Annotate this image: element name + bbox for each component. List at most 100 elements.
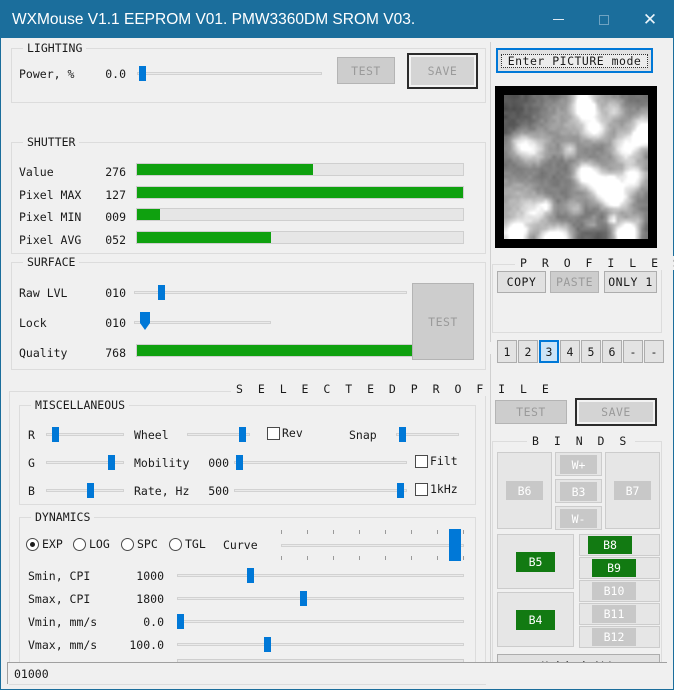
- smin-slider[interactable]: [177, 565, 464, 585]
- dynamics-legend: DYNAMICS: [31, 510, 95, 524]
- profile-button-1[interactable]: 1: [497, 340, 517, 363]
- slider-thumb[interactable]: [177, 614, 184, 629]
- miscellaneous-legend: MISCELLANEOUS: [31, 398, 130, 412]
- slider-thumb[interactable]: [140, 312, 150, 330]
- slider-thumb[interactable]: [87, 483, 94, 498]
- profile-button-5[interactable]: 5: [581, 340, 601, 363]
- raw-lvl-value: 010: [105, 286, 126, 300]
- quality-label: Quality: [19, 346, 68, 360]
- panel-divider-2: [490, 354, 491, 684]
- panel-divider: [490, 42, 491, 342]
- rev-checkbox[interactable]: Rev: [267, 426, 303, 440]
- profile-button-label: 4: [566, 344, 574, 359]
- g-label: G: [28, 456, 35, 470]
- shutter-row-1-value: 127: [105, 188, 126, 202]
- enter-picture-mode-button[interactable]: Enter PICTURE mode: [496, 48, 653, 73]
- slider-thumb[interactable]: [108, 455, 115, 470]
- maximize-button[interactable]: [581, 1, 627, 38]
- profile-button-2[interactable]: 2: [518, 340, 538, 363]
- mode-radio-exp[interactable]: EXP: [26, 537, 63, 551]
- snap-slider[interactable]: [396, 424, 459, 444]
- mode-radio-spc[interactable]: SPC: [121, 537, 158, 551]
- profile-button-6[interactable]: 6: [602, 340, 622, 363]
- bind-label-b5: B5: [516, 552, 555, 572]
- mobility-value: 000: [208, 456, 229, 470]
- profile-button-label: 3: [545, 344, 553, 359]
- shutter-row-1-label: Pixel MAX: [19, 188, 82, 202]
- mobility-slider[interactable]: [234, 452, 407, 472]
- slider-thumb[interactable]: [139, 66, 146, 81]
- shutter-row-1-bar: [136, 186, 464, 199]
- surface-legend: SURFACE: [23, 255, 80, 269]
- copy-button[interactable]: COPY: [497, 271, 546, 293]
- sensor-image-frame: [495, 86, 657, 248]
- smax-slider[interactable]: [177, 588, 464, 608]
- bind-label-b6: B6: [506, 481, 543, 500]
- raw-lvl-slider[interactable]: [134, 282, 407, 302]
- profile-button-3[interactable]: 3: [539, 340, 559, 363]
- slider-thumb[interactable]: [239, 427, 246, 442]
- 1khz-checkbox[interactable]: 1kHz: [415, 482, 458, 496]
- mode-radio-log[interactable]: LOG: [73, 537, 110, 551]
- lighting-save-button[interactable]: SAVE: [407, 53, 478, 89]
- only1-button[interactable]: ONLY 1: [604, 271, 657, 293]
- lock-slider[interactable]: [134, 312, 271, 332]
- bind-label-wminus: W-: [560, 509, 597, 528]
- profile-button--[interactable]: -: [644, 340, 664, 363]
- slider-thumb[interactable]: [397, 483, 404, 498]
- wheel-slider[interactable]: [187, 424, 250, 444]
- surface-test-button[interactable]: TEST: [412, 283, 474, 360]
- minimize-icon: [552, 19, 564, 20]
- bind-label-b8: B8: [588, 536, 632, 554]
- slider-track: [177, 574, 464, 577]
- status-text: 01000: [14, 666, 49, 681]
- curve-ticks-top: [281, 530, 464, 534]
- profile-save-button[interactable]: SAVE: [575, 398, 657, 426]
- shutter-row-0-value: 276: [105, 165, 126, 179]
- bind-label-b7: B7: [614, 481, 651, 500]
- filt-checkbox[interactable]: Filt: [415, 454, 458, 468]
- quality-value: 768: [105, 346, 126, 360]
- g-slider[interactable]: [46, 452, 124, 472]
- smin-value: 1000: [136, 569, 164, 583]
- slider-track: [177, 620, 464, 623]
- close-button[interactable]: ✕: [627, 1, 673, 38]
- paste-button[interactable]: PASTE: [550, 271, 599, 293]
- slider-thumb[interactable]: [236, 455, 243, 470]
- mobility-label: Mobility: [134, 456, 190, 470]
- checkbox-box: [267, 426, 280, 440]
- slider-thumb[interactable]: [247, 568, 254, 583]
- r-slider[interactable]: [46, 424, 124, 444]
- slider-thumb[interactable]: [52, 427, 59, 442]
- filt-label: Filt: [430, 454, 458, 468]
- profile-button-label: 1: [503, 344, 511, 359]
- 1khz-label: 1kHz: [430, 482, 458, 496]
- bind-label-b4: B4: [516, 610, 555, 630]
- status-bar: 01000: [7, 662, 667, 684]
- b-slider[interactable]: [46, 480, 124, 500]
- profile-button-4[interactable]: 4: [560, 340, 580, 363]
- lighting-legend: LIGHTING: [23, 41, 87, 55]
- profile-test-button[interactable]: TEST: [495, 400, 567, 424]
- slider-thumb[interactable]: [158, 285, 165, 300]
- checkbox-box: [415, 482, 428, 496]
- mode-radio-tgl[interactable]: TGL: [169, 537, 206, 551]
- slider-thumb[interactable]: [264, 637, 271, 652]
- shutter-row-3-label: Pixel AVG: [19, 233, 82, 247]
- minimize-button[interactable]: [535, 1, 581, 38]
- profile-button--[interactable]: -: [623, 340, 643, 363]
- vmin-slider[interactable]: [177, 611, 464, 631]
- power-slider[interactable]: [137, 63, 322, 83]
- rate-slider[interactable]: [234, 480, 407, 500]
- slider-thumb[interactable]: [399, 427, 406, 442]
- mode-label: LOG: [89, 537, 110, 551]
- lighting-test-button[interactable]: TEST: [337, 57, 395, 84]
- curve-ticks-bottom: [281, 556, 464, 560]
- curve-slider[interactable]: [281, 529, 464, 561]
- profile-button-label: 2: [524, 344, 532, 359]
- shutter-row-2-label: Pixel MIN: [19, 210, 82, 224]
- profile-button-label: 5: [587, 344, 595, 359]
- vmax-slider[interactable]: [177, 634, 464, 654]
- slider-track: [177, 643, 464, 646]
- slider-thumb[interactable]: [300, 591, 307, 606]
